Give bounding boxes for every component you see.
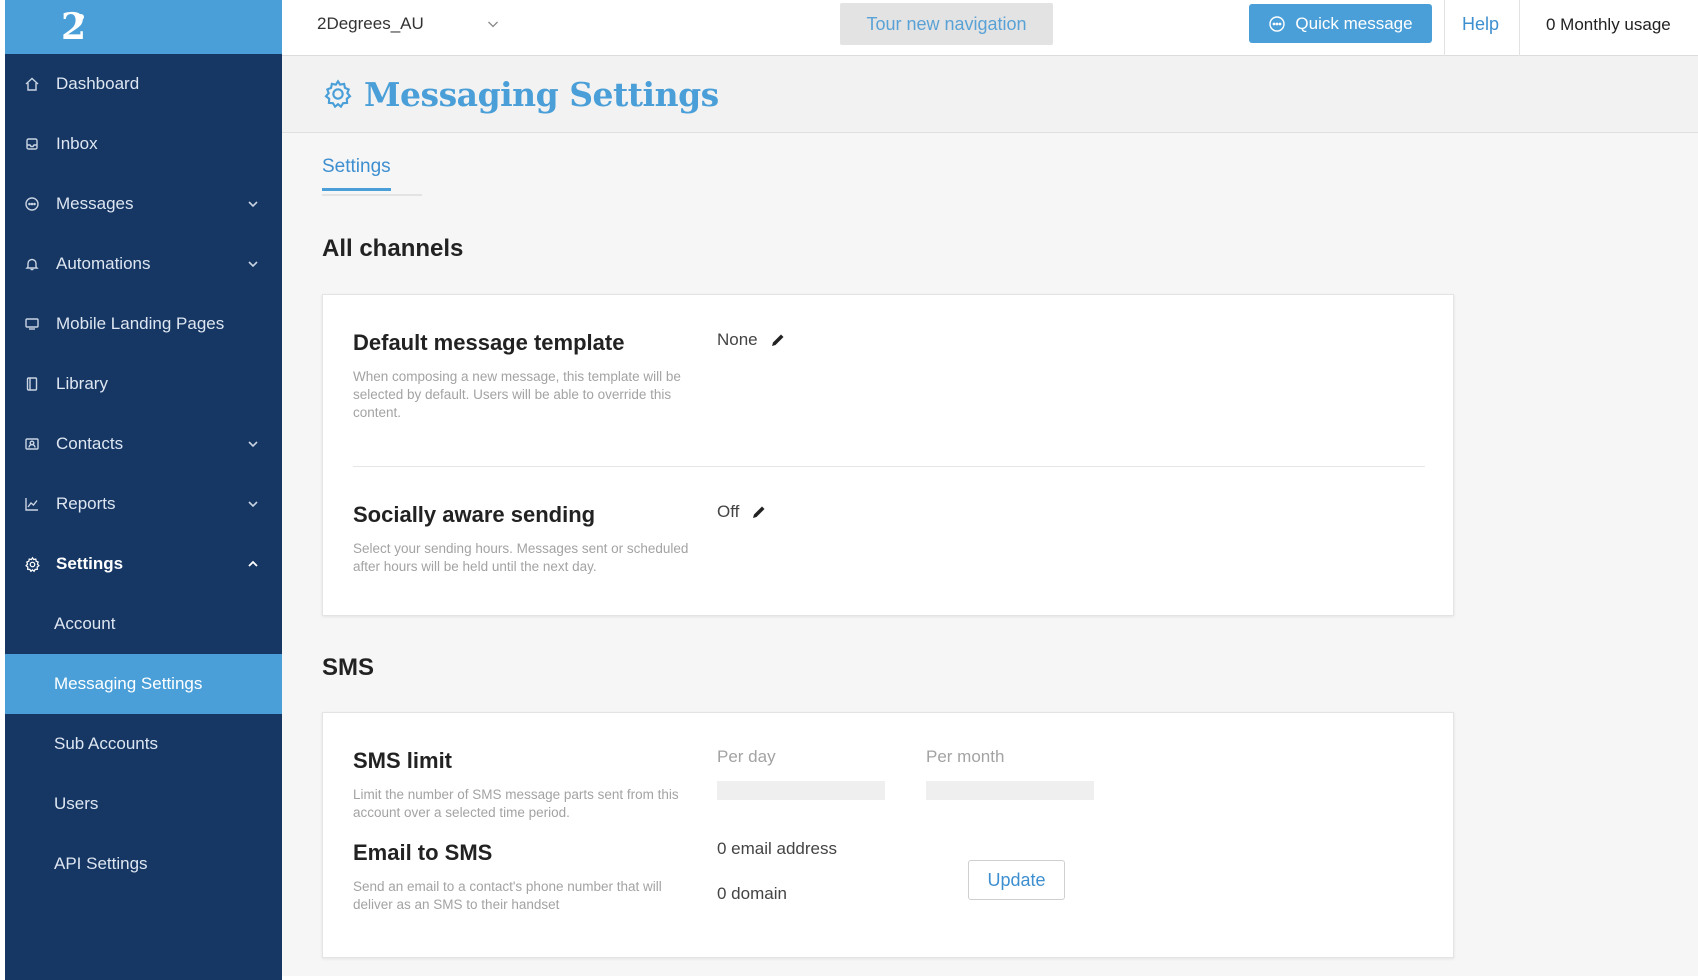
page-title: Messaging Settings bbox=[364, 74, 719, 114]
chevron-up-icon[interactable] bbox=[246, 557, 260, 571]
sidebar-item-label: Sub Accounts bbox=[54, 734, 158, 753]
quick-message-button[interactable]: Quick message bbox=[1249, 4, 1432, 43]
sms-limit-title: SMS limit bbox=[353, 748, 453, 773]
account-selector[interactable]: 2Degrees_AU bbox=[317, 14, 500, 34]
sidebar-item-label: Dashboard bbox=[56, 74, 140, 93]
socially-aware-title: Socially aware sending bbox=[353, 502, 596, 527]
main-content: Messaging Settings Settings All channels… bbox=[282, 56, 1698, 976]
tab-settings[interactable]: Settings bbox=[322, 156, 391, 191]
pencil-icon[interactable] bbox=[770, 332, 786, 348]
chevron-down-icon[interactable] bbox=[246, 257, 260, 271]
sidebar-item-mobile-landing-pages[interactable]: Mobile Landing Pages bbox=[5, 294, 282, 354]
logo-bar: 2 bbox=[5, 0, 282, 54]
default-template-title: Default message template bbox=[353, 330, 625, 355]
sidebar-item-label: Users bbox=[54, 794, 99, 813]
sidebar-item-dashboard[interactable]: Dashboard bbox=[5, 54, 282, 114]
book-icon bbox=[22, 374, 42, 394]
help-link[interactable]: Help bbox=[1462, 14, 1499, 35]
row-divider bbox=[353, 466, 1425, 467]
divider bbox=[1519, 0, 1520, 56]
sidebar-subitem-api-settings[interactable]: API Settings bbox=[5, 834, 282, 894]
sidebar-item-label: Automations bbox=[56, 254, 151, 273]
logo-text: 2 bbox=[61, 7, 86, 47]
all-channels-card: Default message template When composing … bbox=[322, 294, 1454, 616]
sidebar-item-library[interactable]: Library bbox=[5, 354, 282, 414]
chat-icon bbox=[22, 194, 42, 214]
sidebar-nav: Dashboard Inbox Messages Automations Mob… bbox=[5, 54, 282, 894]
account-name: 2Degrees_AU bbox=[317, 14, 424, 33]
sidebar-item-label: Inbox bbox=[56, 134, 98, 153]
sidebar: 2 Dashboard Inbox Messages Automations M… bbox=[5, 0, 282, 980]
default-template-value-text: None bbox=[717, 330, 758, 349]
section-title-sms: SMS bbox=[322, 654, 375, 681]
update-button[interactable]: Update bbox=[968, 860, 1065, 900]
sidebar-subitem-users[interactable]: Users bbox=[5, 774, 282, 834]
sidebar-item-contacts[interactable]: Contacts bbox=[5, 414, 282, 474]
pencil-icon[interactable] bbox=[751, 504, 767, 520]
sidebar-subitem-account[interactable]: Account bbox=[5, 594, 282, 654]
sidebar-item-label: Settings bbox=[56, 554, 124, 573]
sidebar-item-reports[interactable]: Reports bbox=[5, 474, 282, 534]
email-to-sms-title: Email to SMS bbox=[353, 840, 493, 865]
monthly-usage[interactable]: 0 Monthly usage bbox=[1546, 15, 1671, 35]
sidebar-item-label: Reports bbox=[56, 494, 116, 513]
sidebar-item-automations[interactable]: Automations bbox=[5, 234, 282, 294]
chevron-down-icon[interactable] bbox=[246, 197, 260, 211]
sidebar-item-label: Library bbox=[56, 374, 108, 393]
topbar: 2Degrees_AU Tour new navigation Quick me… bbox=[282, 0, 1698, 56]
per-day-input[interactable] bbox=[717, 781, 885, 800]
sidebar-item-label: Messages bbox=[56, 194, 134, 213]
socially-aware-value-text: Off bbox=[717, 502, 740, 521]
home-icon bbox=[22, 74, 42, 94]
per-day-label: Per day bbox=[717, 747, 776, 766]
email-to-sms-description: Send an email to a contact's phone numbe… bbox=[353, 879, 662, 912]
sidebar-item-label: Contacts bbox=[56, 434, 124, 453]
gear-icon bbox=[324, 79, 352, 109]
page-header: Messaging Settings bbox=[282, 56, 1698, 133]
default-template-value: None bbox=[717, 330, 786, 350]
app-root: 2 Dashboard Inbox Messages Automations M… bbox=[0, 0, 1698, 980]
per-month-input[interactable] bbox=[926, 781, 1094, 800]
section-title-all-channels: All channels bbox=[322, 235, 464, 262]
socially-aware-description: Select your sending hours. Messages sent… bbox=[353, 541, 689, 574]
tour-navigation-button[interactable]: Tour new navigation bbox=[840, 3, 1053, 45]
sidebar-item-label: API Settings bbox=[54, 854, 148, 873]
per-month-label: Per month bbox=[926, 747, 1005, 766]
chat-icon bbox=[1269, 15, 1286, 32]
inbox-icon bbox=[22, 134, 42, 154]
brand-logo[interactable]: 2 bbox=[55, 7, 91, 47]
divider bbox=[1444, 0, 1445, 56]
sidebar-item-inbox[interactable]: Inbox bbox=[5, 114, 282, 174]
sms-card: SMS limit Limit the number of SMS messag… bbox=[322, 712, 1454, 958]
sms-limit-description: Limit the number of SMS message parts se… bbox=[353, 787, 679, 820]
contacts-icon bbox=[22, 434, 42, 454]
gear-icon bbox=[22, 554, 42, 574]
sidebar-subitem-sub-accounts[interactable]: Sub Accounts bbox=[5, 714, 282, 774]
sidebar-item-label: Account bbox=[54, 614, 116, 633]
quick-message-label: Quick message bbox=[1295, 13, 1413, 33]
sidebar-subitem-messaging-settings[interactable]: Messaging Settings bbox=[5, 654, 282, 714]
bell-icon bbox=[22, 254, 42, 274]
sidebar-item-label: Mobile Landing Pages bbox=[56, 314, 225, 333]
tab-bar: Settings bbox=[322, 156, 422, 196]
sidebar-item-messages[interactable]: Messages bbox=[5, 174, 282, 234]
socially-aware-value: Off bbox=[717, 502, 767, 522]
screen-icon bbox=[22, 314, 42, 334]
default-template-description: When composing a new message, this templ… bbox=[353, 369, 681, 420]
chevron-down-icon[interactable] bbox=[246, 437, 260, 451]
sidebar-item-settings[interactable]: Settings bbox=[5, 534, 282, 594]
chevron-down-icon bbox=[487, 21, 498, 28]
email-address-count: 0 email address bbox=[717, 839, 838, 858]
domain-count: 0 domain bbox=[717, 884, 787, 903]
chevron-down-icon[interactable] bbox=[246, 497, 260, 511]
chart-icon bbox=[22, 494, 42, 514]
sidebar-item-label: Messaging Settings bbox=[54, 674, 203, 693]
